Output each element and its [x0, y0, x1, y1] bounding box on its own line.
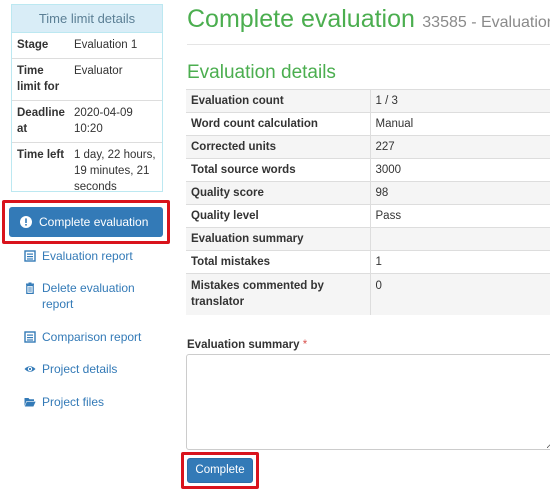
- detail-value: 1 / 3: [369, 89, 550, 113]
- evaluation-details-table: Evaluation count 1 / 3 Word count calcul…: [186, 89, 550, 315]
- page-subtitle-text: 33585 - Evaluation 1: [422, 14, 550, 31]
- nav-item-label: Complete evaluation: [39, 215, 149, 229]
- nav-item-label: Comparison report: [42, 330, 142, 344]
- table-row: Evaluation count 1 / 3: [186, 89, 550, 113]
- time-limit-panel: Time limit details Stage Evaluation 1 Ti…: [11, 4, 163, 200]
- trash-icon: [26, 282, 34, 294]
- time-limit-value: 1 day, 22 hours, 19 minutes, 21 seconds: [68, 142, 162, 200]
- table-row: Corrected units 227: [186, 135, 550, 159]
- table-row: Total mistakes 1: [186, 250, 550, 274]
- detail-label: Evaluation summary: [186, 227, 370, 251]
- detail-label: Total source words: [186, 158, 370, 182]
- detail-value: 3000: [369, 158, 550, 182]
- time-limit-label: Time limit for: [12, 58, 69, 101]
- nav-item-project-files[interactable]: Project files: [0, 394, 175, 410]
- table-row: Mistakes commented by translator 0: [186, 273, 550, 315]
- report-icon: [24, 331, 36, 343]
- detail-value: Pass: [369, 204, 550, 228]
- time-limit-label: Stage: [17, 39, 49, 51]
- time-limit-heading: Time limit details: [12, 5, 162, 33]
- time-limit-value: Evaluator: [68, 58, 162, 101]
- detail-label: Word count calculation: [186, 112, 370, 136]
- nav-item-label: Evaluation report: [42, 249, 133, 263]
- nav-item-complete-evaluation[interactable]: Complete evaluation: [9, 207, 163, 237]
- time-limit-label: Time left: [12, 142, 69, 200]
- time-limit-row-stage: Stage Evaluation 1: [12, 33, 162, 59]
- table-row: Total source words 3000: [186, 158, 550, 182]
- exclamation-circle-icon: [20, 216, 32, 228]
- nav-item-label: Project details: [42, 362, 118, 376]
- time-limit-label: Deadline at: [12, 100, 69, 143]
- active-highlight: Complete evaluation: [2, 200, 170, 244]
- evaluation-summary-label: Evaluation summary *: [187, 339, 307, 351]
- detail-value: 0: [369, 273, 550, 315]
- table-row: Quality score 98: [186, 181, 550, 205]
- nav-item-evaluation-report[interactable]: Evaluation report: [0, 248, 175, 264]
- required-mark: *: [302, 339, 308, 351]
- table-row: Quality level Pass: [186, 204, 550, 228]
- nav-item-label: Project files: [42, 395, 105, 409]
- nav-item-label: Delete evaluation report: [42, 281, 135, 311]
- detail-value: 227: [369, 135, 550, 159]
- time-limit-row-deadline: Deadline at 2020-04-09 10:20: [12, 100, 162, 143]
- report-icon: [24, 250, 36, 262]
- time-limit-value: Evaluation 1: [73, 39, 138, 51]
- page-title-text: Complete evaluation: [187, 5, 415, 33]
- nav-item-comparison-report[interactable]: Comparison report: [0, 329, 175, 345]
- complete-button-highlight: Complete: [181, 452, 259, 489]
- detail-label: Mistakes commented by translator: [186, 273, 370, 315]
- nav-item-project-details[interactable]: Project details: [0, 361, 175, 377]
- table-row: Evaluation summary: [186, 227, 550, 251]
- summary-label-text: Evaluation summary: [187, 339, 300, 351]
- complete-button[interactable]: Complete: [187, 458, 253, 483]
- folder-open-icon: [24, 398, 36, 407]
- detail-value: 1: [369, 250, 550, 274]
- nav-item-delete-evaluation-report[interactable]: Delete evaluation report: [0, 280, 150, 312]
- time-limit-row-time-left: Time left 1 day, 22 hours, 19 minutes, 2…: [12, 142, 162, 200]
- eye-icon: [24, 366, 36, 372]
- detail-label: Quality level: [186, 204, 370, 228]
- title-divider: [187, 44, 550, 45]
- evaluation-summary-textarea[interactable]: [186, 354, 550, 450]
- table-row: Word count calculation Manual: [186, 112, 550, 136]
- section-title: Evaluation details: [187, 62, 336, 83]
- detail-label: Total mistakes: [186, 250, 370, 274]
- time-limit-value: 2020-04-09 10:20: [68, 100, 162, 143]
- detail-label: Evaluation count: [186, 89, 370, 113]
- detail-value: [369, 227, 550, 251]
- detail-value: 98: [369, 181, 550, 205]
- page-title: Complete evaluation 33585 - Evaluation 1: [187, 5, 550, 34]
- detail-label: Quality score: [186, 181, 370, 205]
- time-limit-row-time-limit-for: Time limit for Evaluator: [12, 58, 162, 101]
- detail-label: Corrected units: [186, 135, 370, 159]
- time-limit-table: Stage Evaluation 1 Time limit for Evalua…: [12, 33, 162, 200]
- detail-value: Manual: [369, 112, 550, 136]
